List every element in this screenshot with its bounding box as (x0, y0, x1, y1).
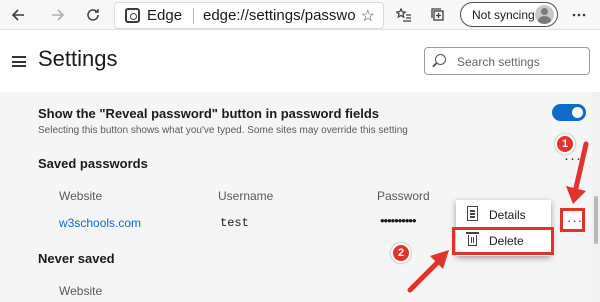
page-scrollbar-thumb[interactable] (594, 196, 598, 244)
annotation-step-2-badge: 2 (391, 243, 411, 263)
annotation-arrows (407, 141, 589, 293)
arrow-to-delete (407, 250, 449, 293)
annotation-step-1-badge: 1 (555, 134, 575, 154)
